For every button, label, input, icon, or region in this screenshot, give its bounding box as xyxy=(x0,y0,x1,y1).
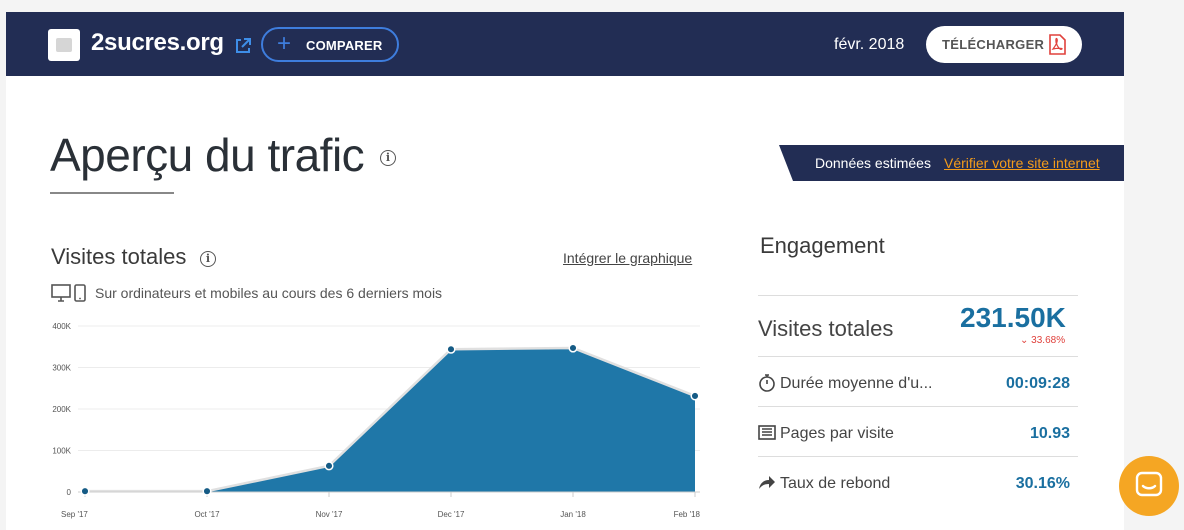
metric-label: Taux de rebond xyxy=(780,475,891,492)
divider xyxy=(758,406,1078,407)
data-point xyxy=(324,461,334,471)
x-tick-label: Nov '17 xyxy=(316,510,343,519)
change-badge: ⌄ 33.68% xyxy=(1020,335,1065,346)
metric-value: 231.50K xyxy=(960,302,1066,333)
metric-value: 30.16% xyxy=(1015,475,1070,492)
y-tick-label: 0 xyxy=(67,488,72,497)
data-point xyxy=(202,486,212,496)
pages-icon xyxy=(758,425,776,440)
data-point xyxy=(446,344,456,354)
y-tick-label: 400K xyxy=(52,322,71,331)
y-tick-label: 100K xyxy=(52,447,71,456)
x-tick-label: Sep '17 xyxy=(61,510,88,519)
metric-value: 00:09:28 xyxy=(1005,375,1070,392)
x-tick-label: Dec '17 xyxy=(438,510,465,519)
chat-button[interactable] xyxy=(1119,456,1179,516)
data-point xyxy=(690,391,700,401)
data-point xyxy=(568,343,578,353)
y-tick-label: 300K xyxy=(52,364,71,373)
x-tick-label: Feb '18 xyxy=(674,510,701,519)
area-fill xyxy=(85,347,695,492)
bounce-arrow-icon xyxy=(759,476,775,489)
metric-label: Durée moyenne d'u... xyxy=(780,375,933,392)
down-arrow-icon: ⌄ xyxy=(1020,335,1029,346)
data-point xyxy=(80,486,90,496)
change-value: 33.68% xyxy=(1031,335,1066,346)
engagement-title: Engagement xyxy=(760,233,885,258)
metric-label: Visites totales xyxy=(758,316,894,341)
stopwatch-icon xyxy=(759,374,775,392)
chat-icon xyxy=(1135,471,1163,497)
divider xyxy=(758,295,1078,296)
y-tick-label: 200K xyxy=(52,405,71,414)
divider xyxy=(758,356,1078,357)
metric-label: Pages par visite xyxy=(780,425,894,442)
metric-value: 10.93 xyxy=(1029,425,1070,442)
x-tick-label: Jan '18 xyxy=(560,510,586,519)
x-tick-label: Oct '17 xyxy=(194,510,220,519)
visits-area-chart: 0 100K 200K 300K 400K Sep '17 Oct '17 Nov '17 De… xyxy=(52,322,701,519)
divider xyxy=(758,456,1078,457)
